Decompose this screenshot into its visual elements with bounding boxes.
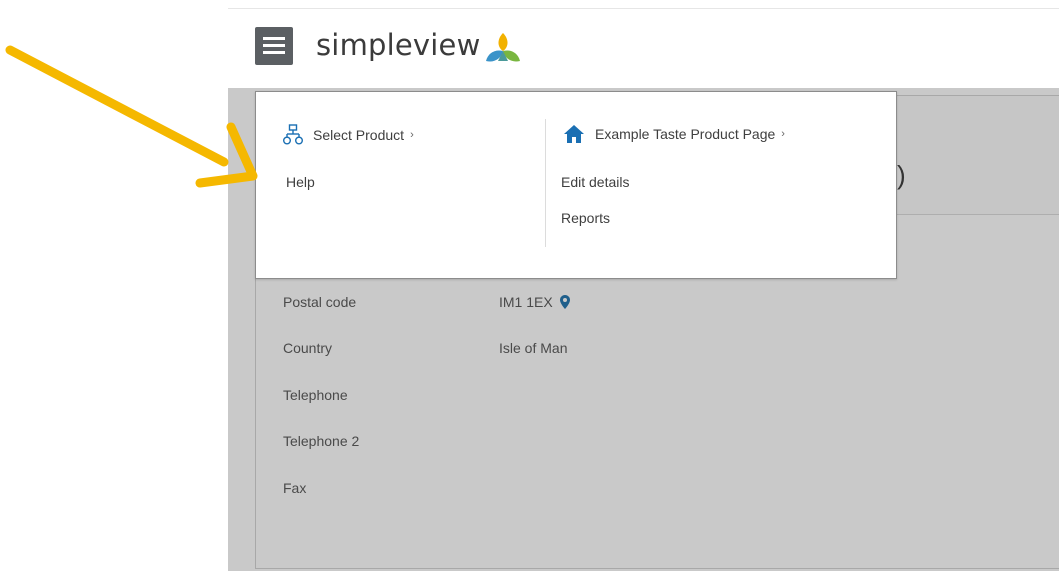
help-link[interactable]: Help (286, 174, 315, 190)
map-pin-icon[interactable] (559, 295, 570, 309)
country-value: Isle of Man (499, 340, 568, 356)
dropdown-column-divider (545, 119, 546, 247)
chevron-right-icon: › (781, 128, 785, 140)
select-product-link[interactable]: Select Product › (283, 124, 414, 146)
postal-code-value: IM1 1EX (499, 294, 553, 310)
field-label-country: Country (283, 340, 333, 356)
field-value-postal-code: IM1 1EX (499, 294, 570, 310)
select-product-label: Select Product (313, 127, 405, 143)
reports-link[interactable]: Reports (561, 210, 610, 226)
header-top-border (228, 8, 1059, 9)
field-label-postal-code: Postal code (283, 294, 357, 310)
field-label-telephone: Telephone (283, 387, 348, 403)
edit-details-link[interactable]: Edit details (561, 174, 629, 190)
product-hierarchy-icon (283, 124, 303, 145)
product-page-link[interactable]: Example Taste Product Page › (563, 124, 785, 144)
field-value-country: Isle of Man (499, 340, 567, 356)
simpleview-logo[interactable]: simpleview (316, 22, 523, 68)
logo-text: simpleview (316, 28, 481, 62)
field-label-telephone-2: Telephone 2 (283, 433, 360, 449)
product-dropdown-menu: Select Product › Help Example Taste Prod… (255, 91, 897, 279)
product-page-label: Example Taste Product Page (595, 126, 776, 142)
field-label-fax: Fax (283, 480, 307, 496)
app-header: simpleview (228, 10, 1059, 88)
page-title-fragment: ) (897, 160, 906, 190)
logo-leaf-icon (485, 33, 520, 62)
home-icon (564, 125, 584, 143)
annotation-arrow-icon (5, 45, 258, 188)
chevron-right-icon: › (410, 129, 414, 141)
